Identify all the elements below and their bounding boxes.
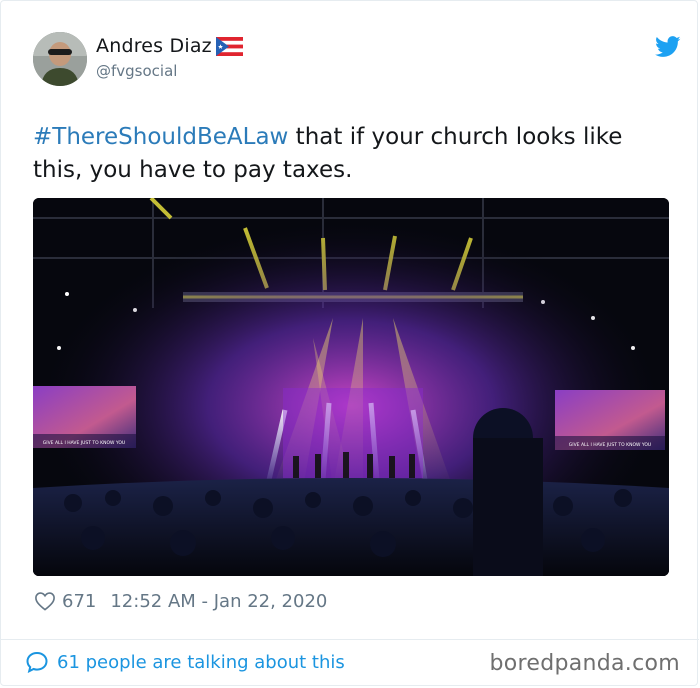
right-screen-caption: GIVE ALL I HAVE JUST TO KNOW YOU [569, 442, 651, 448]
tweet-timestamp[interactable]: 12:52 AM - Jan 22, 2020 [110, 591, 327, 612]
hashtag-link[interactable]: #ThereShouldBeALaw [33, 124, 288, 150]
watermark: boredpanda.com [489, 651, 680, 676]
tweet-header: Andres Diaz @fvgsocial [33, 32, 681, 88]
tweet-text: #ThereShouldBeALaw that if your church l… [33, 121, 673, 187]
user-handle[interactable]: @fvgsocial [96, 62, 177, 80]
left-screen-caption: GIVE ALL I HAVE JUST TO KNOW YOU [43, 440, 125, 446]
twitter-bird-icon[interactable] [655, 36, 681, 58]
avatar[interactable] [33, 32, 87, 86]
name-row: Andres Diaz [96, 35, 243, 57]
tweet-photo[interactable]: GIVE ALL I HAVE JUST TO KNOW YOU GIVE AL… [33, 198, 669, 576]
footer-divider [1, 639, 699, 640]
tweet-meta: 671 12:52 AM - Jan 22, 2020 [34, 589, 327, 613]
speech-bubble-icon [26, 651, 48, 673]
talking-about-link[interactable]: 61 people are talking about this [25, 651, 345, 673]
talking-about-text[interactable]: 61 people are talking about this [57, 652, 345, 673]
tweet-card: Andres Diaz @fvgsocial #ThereShouldBeALa… [0, 0, 699, 686]
display-name[interactable]: Andres Diaz [96, 35, 212, 57]
like-count: 671 [62, 590, 97, 612]
heart-icon[interactable] [34, 591, 56, 611]
puerto-rico-flag-icon [215, 36, 243, 56]
